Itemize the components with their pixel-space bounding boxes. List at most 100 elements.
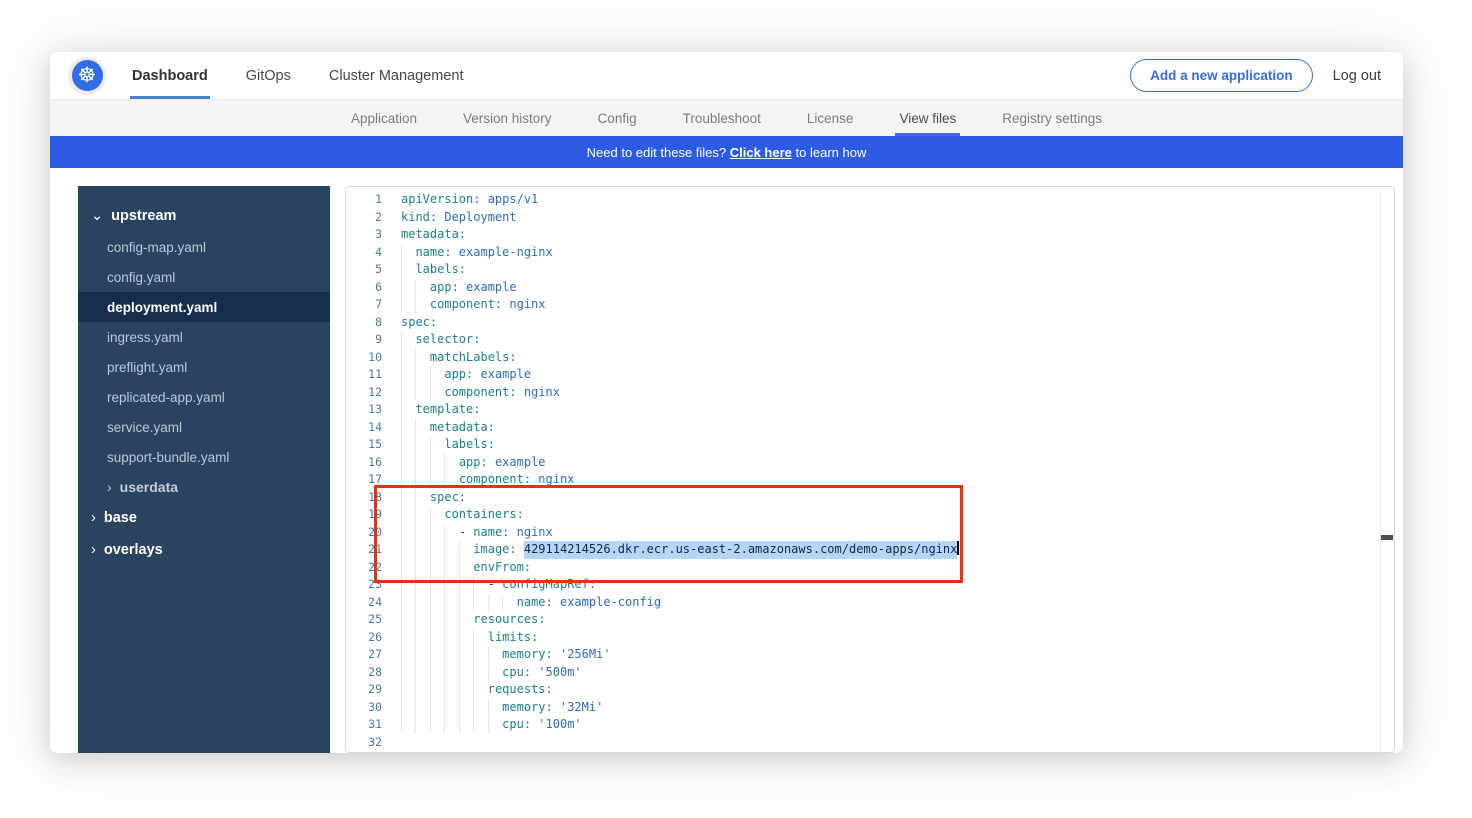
- chevron-down-icon: ⌄: [91, 208, 103, 224]
- code-line[interactable]: 17component: nginx: [346, 471, 1380, 489]
- tree-dir-userdata[interactable]: ›userdata: [78, 472, 330, 502]
- logout-link[interactable]: Log out: [1333, 68, 1381, 84]
- code-line[interactable]: 26limits:: [346, 629, 1380, 647]
- indent-guide: [444, 629, 458, 647]
- line-number: 8: [346, 314, 382, 332]
- editor-scrollbar-thumb[interactable]: [1381, 535, 1393, 540]
- code-area[interactable]: 1apiVersion: apps/v12kind: Deployment3me…: [346, 191, 1380, 751]
- tree-dir-overlays[interactable]: ›overlays: [78, 534, 330, 566]
- nav-item-dashboard[interactable]: Dashboard: [132, 52, 208, 99]
- tab-registry-settings[interactable]: Registry settings: [1002, 100, 1102, 136]
- code-line[interactable]: 21image: 429114214526.dkr.ecr.us-east-2.…: [346, 541, 1380, 559]
- indent-guide: [401, 629, 415, 647]
- code-line[interactable]: 2kind: Deployment: [346, 209, 1380, 227]
- indent-guide: [430, 559, 444, 577]
- tree-file-support-bundle.yaml[interactable]: support-bundle.yaml: [78, 442, 330, 472]
- line-number: 26: [346, 629, 382, 647]
- code-line[interactable]: 4name: example-nginx: [346, 244, 1380, 262]
- tab-troubleshoot[interactable]: Troubleshoot: [683, 100, 761, 136]
- code-line[interactable]: 6app: example: [346, 279, 1380, 297]
- code-line[interactable]: 15labels:: [346, 436, 1380, 454]
- code-line[interactable]: 20- name: nginx: [346, 524, 1380, 542]
- code-line[interactable]: 14metadata:: [346, 419, 1380, 437]
- indent-guide: [459, 681, 473, 699]
- yaml-editor[interactable]: 1apiVersion: apps/v12kind: Deployment3me…: [345, 186, 1395, 753]
- code-line[interactable]: 27memory: '256Mi': [346, 646, 1380, 664]
- indent-guide: [430, 524, 444, 542]
- code-line[interactable]: 7component: nginx: [346, 296, 1380, 314]
- indent-guide: [444, 454, 458, 472]
- tree-file-preflight.yaml[interactable]: preflight.yaml: [78, 352, 330, 382]
- code-line[interactable]: 24name: example-config: [346, 594, 1380, 612]
- tree-dir-base[interactable]: ›base: [78, 502, 330, 534]
- tab-view-files[interactable]: View files: [899, 100, 956, 136]
- indent-guide: [459, 559, 473, 577]
- indent-guide: [415, 349, 429, 367]
- line-number: 24: [346, 594, 382, 612]
- indent-guide: [415, 471, 429, 489]
- code-line[interactable]: 28cpu: '500m': [346, 664, 1380, 682]
- code-line[interactable]: 18spec:: [346, 489, 1380, 507]
- code-line[interactable]: 30memory: '32Mi': [346, 699, 1380, 717]
- tab-config[interactable]: Config: [598, 100, 637, 136]
- code-line[interactable]: 11app: example: [346, 366, 1380, 384]
- indent-guide: [415, 576, 429, 594]
- nav-item-gitops[interactable]: GitOps: [246, 52, 291, 99]
- code-line[interactable]: 23- configMapRef:: [346, 576, 1380, 594]
- view-files-content: ⌄upstreamconfig-map.yamlconfig.yamldeplo…: [50, 168, 1403, 753]
- indent-guide: [415, 384, 429, 402]
- code-line[interactable]: 16app: example: [346, 454, 1380, 472]
- app-logo: ☸: [68, 57, 106, 95]
- indent-guide: [415, 716, 429, 734]
- code-line[interactable]: 31cpu: '100m': [346, 716, 1380, 734]
- line-number: 31: [346, 716, 382, 734]
- tree-file-ingress.yaml[interactable]: ingress.yaml: [78, 322, 330, 352]
- code-line[interactable]: 8spec:: [346, 314, 1380, 332]
- code-line[interactable]: 10matchLabels:: [346, 349, 1380, 367]
- tab-application[interactable]: Application: [351, 100, 417, 136]
- line-number: 25: [346, 611, 382, 629]
- code-line[interactable]: 9selector:: [346, 331, 1380, 349]
- indent-guide: [415, 611, 429, 629]
- tree-file-deployment.yaml[interactable]: deployment.yaml: [78, 292, 330, 322]
- code-line[interactable]: 3metadata:: [346, 226, 1380, 244]
- code-line[interactable]: 32: [346, 734, 1380, 752]
- tree-file-config.yaml[interactable]: config.yaml: [78, 262, 330, 292]
- tab-version-history[interactable]: Version history: [463, 100, 552, 136]
- editor-scrollbar-track[interactable]: [1380, 187, 1394, 752]
- indent-guide: [444, 576, 458, 594]
- code-line[interactable]: 12component: nginx: [346, 384, 1380, 402]
- banner-click-here-link[interactable]: Click here: [730, 145, 792, 160]
- line-number: 19: [346, 506, 382, 524]
- code-line[interactable]: 25resources:: [346, 611, 1380, 629]
- indent-guide: [401, 506, 415, 524]
- indent-guide: [459, 699, 473, 717]
- tab-license[interactable]: License: [807, 100, 854, 136]
- indent-guide: [459, 611, 473, 629]
- indent-guide: [401, 384, 415, 402]
- indent-guide: [401, 331, 415, 349]
- nav-item-cluster-management[interactable]: Cluster Management: [329, 52, 464, 99]
- code-line[interactable]: 22envFrom:: [346, 559, 1380, 577]
- code-line[interactable]: 13template:: [346, 401, 1380, 419]
- line-number: 11: [346, 366, 382, 384]
- code-line[interactable]: 1apiVersion: apps/v1: [346, 191, 1380, 209]
- indent-guide: [401, 646, 415, 664]
- code-line[interactable]: 29requests:: [346, 681, 1380, 699]
- indent-guide: [415, 366, 429, 384]
- indent-guide: [415, 506, 429, 524]
- file-tree-sidebar: ⌄upstreamconfig-map.yamlconfig.yamldeplo…: [78, 186, 330, 753]
- code-line[interactable]: 19containers:: [346, 506, 1380, 524]
- indent-guide: [444, 716, 458, 734]
- chevron-right-icon: ›: [91, 510, 96, 526]
- tree-file-config-map.yaml[interactable]: config-map.yaml: [78, 232, 330, 262]
- line-number: 30: [346, 699, 382, 717]
- tree-file-service.yaml[interactable]: service.yaml: [78, 412, 330, 442]
- add-application-button[interactable]: Add a new application: [1130, 59, 1313, 92]
- code-line[interactable]: 5labels:: [346, 261, 1380, 279]
- tree-file-replicated-app.yaml[interactable]: replicated-app.yaml: [78, 382, 330, 412]
- line-number: 32: [346, 734, 382, 752]
- indent-guide: [401, 296, 415, 314]
- tree-dir-upstream[interactable]: ⌄upstream: [78, 200, 330, 232]
- indent-guide: [488, 699, 502, 717]
